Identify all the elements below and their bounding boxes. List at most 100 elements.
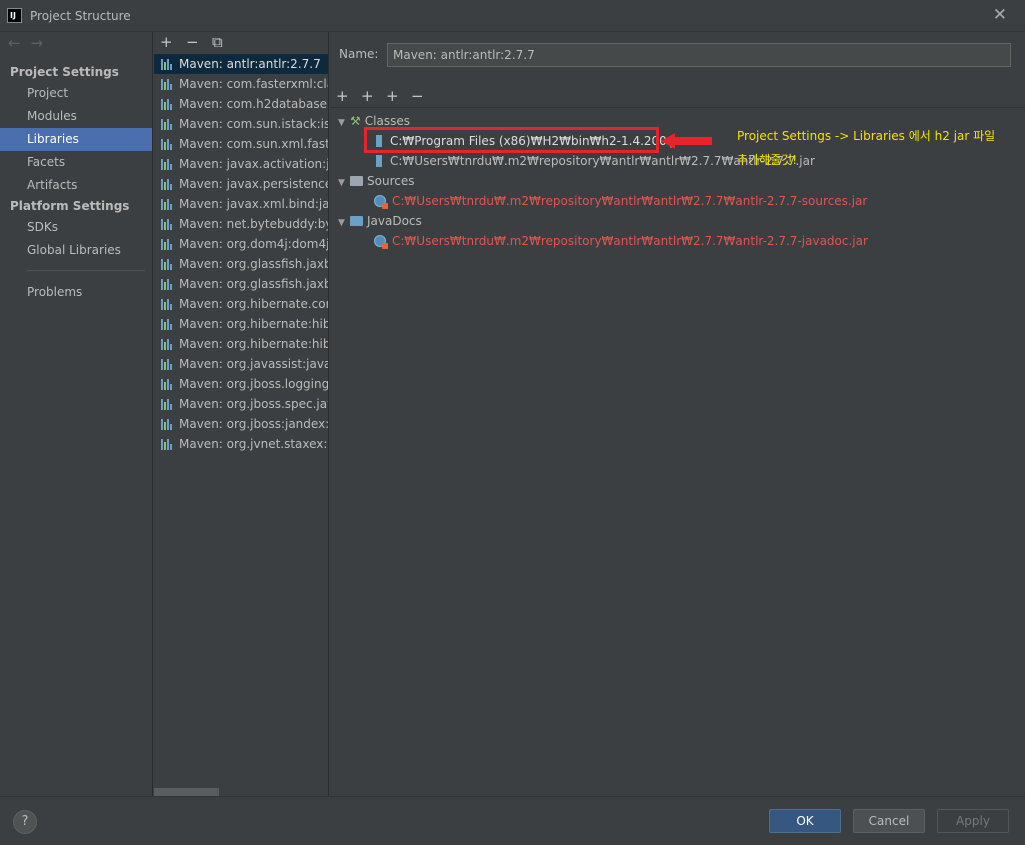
jar-icon <box>376 155 382 167</box>
intellij-app-icon: IJ <box>7 8 22 23</box>
add-library-icon[interactable]: + <box>160 33 186 51</box>
add-special-root-icon[interactable]: + <box>361 87 386 105</box>
nav-item-project[interactable]: Project <box>0 82 152 105</box>
apply-button[interactable]: Apply <box>937 809 1009 833</box>
highlight-box <box>364 127 659 153</box>
missing-root-icon <box>374 195 388 209</box>
library-item[interactable]: Maven: antlr:antlr:2.7.7 <box>154 54 328 74</box>
maven-library-icon <box>161 159 173 170</box>
nav-divider <box>27 270 145 271</box>
maven-library-icon <box>161 79 173 90</box>
library-item-label: Maven: org.hibernate.common:hibernate-co… <box>179 297 328 311</box>
library-item[interactable]: Maven: org.jboss:jandex:2.1.3 <box>154 414 328 434</box>
cancel-button[interactable]: Cancel <box>853 809 925 833</box>
classes-icon: ⚒ <box>350 114 361 128</box>
forward-arrow-icon[interactable]: → <box>31 34 54 52</box>
maven-library-icon <box>161 59 173 70</box>
library-item[interactable]: Maven: javax.persistence:javax.persisten… <box>154 174 329 194</box>
title-bar: IJ Project Structure ✕ <box>0 0 1025 32</box>
library-item[interactable]: Maven: com.sun.xml.fastinfoset:FastInfos… <box>154 134 329 154</box>
maven-library-icon <box>161 319 173 330</box>
javadocs-label: JavaDocs <box>367 214 422 228</box>
close-icon[interactable]: ✕ <box>993 5 1007 25</box>
javadocs-path-text: C:₩Users₩tnrdu₩.m2₩repository₩antlr₩antl… <box>392 234 868 248</box>
library-item[interactable]: Maven: org.javassist:javassist <box>154 354 328 374</box>
library-item[interactable]: Maven: javax.xml.bind:jaxb-api <box>154 194 329 214</box>
remove-library-icon[interactable]: − <box>186 33 212 51</box>
missing-root-icon <box>374 235 388 249</box>
library-item-label: Maven: javax.activation:javax.activation… <box>179 157 329 171</box>
library-item[interactable]: Maven: org.hibernate:hibernate-entityman… <box>154 334 329 354</box>
help-icon[interactable]: ? <box>13 810 37 834</box>
library-item-label: Maven: javax.xml.bind:jaxb-api <box>179 197 329 211</box>
library-item-label: Maven: org.dom4j:dom4j:2.1.3 <box>179 237 329 251</box>
library-item[interactable]: Maven: org.hibernate.common:hibernate-co… <box>154 294 328 314</box>
maven-library-icon <box>161 339 173 350</box>
library-item[interactable]: Maven: org.glassfish.jaxb:txw2 <box>154 274 328 294</box>
library-item[interactable]: Maven: com.sun.istack:istack-commons-run… <box>154 114 328 134</box>
library-item[interactable]: Maven: javax.activation:javax.activation… <box>154 154 329 174</box>
library-list-panel: + − ⧉ Maven: antlr:antlr:2.7.7 Maven: com.f… <box>154 32 329 796</box>
maven-library-icon <box>161 199 173 210</box>
annotation-line-1: Project Settings -> Libraries 에서 h2 jar … <box>737 129 996 143</box>
project-settings-heading: Project Settings <box>10 65 119 79</box>
chevron-down-icon[interactable]: ▼ <box>338 213 350 233</box>
nav-item-facets[interactable]: Facets <box>0 151 152 174</box>
maven-library-icon <box>161 359 173 370</box>
library-item[interactable]: Maven: com.h2database:h2:1.4.200 <box>154 94 328 114</box>
tree-node-javadocs[interactable]: ▼ JavaDocs <box>338 211 422 231</box>
library-item[interactable]: Maven: org.hibernate:hibernate-core <box>154 314 328 334</box>
chevron-down-icon[interactable]: ▼ <box>338 173 350 193</box>
maven-library-icon <box>161 239 173 250</box>
add-root-icon[interactable]: + <box>336 87 361 105</box>
maven-library-icon <box>161 99 173 110</box>
library-item[interactable]: Maven: org.jvnet.staxex:stax-ex <box>154 434 328 454</box>
sources-path[interactable]: C:₩Users₩tnrdu₩.m2₩repository₩antlr₩antl… <box>374 191 867 211</box>
library-item-label: Maven: com.sun.xml.fastinfoset:FastInfos… <box>179 137 329 151</box>
back-arrow-icon[interactable]: ← <box>8 34 31 52</box>
nav-item-problems[interactable]: Problems <box>0 281 152 304</box>
maven-library-icon <box>161 219 173 230</box>
nav-item-global-libraries[interactable]: Global Libraries <box>0 239 152 262</box>
library-item-label: Maven: antlr:antlr:2.7.7 <box>179 57 321 71</box>
sources-folder-icon <box>350 176 363 186</box>
library-item-label: Maven: org.hibernate:hibernate-entityman… <box>179 337 329 351</box>
copy-library-icon[interactable]: ⧉ <box>212 33 238 51</box>
library-item-label: Maven: javax.persistence:javax.persisten… <box>179 177 329 191</box>
maven-library-icon <box>161 299 173 310</box>
library-item[interactable]: Maven: org.glassfish.jaxb:jaxb-runtime <box>154 254 328 274</box>
library-item-label: Maven: org.glassfish.jaxb:jaxb-runtime <box>179 257 328 271</box>
library-name-field[interactable]: Maven: antlr:antlr:2.7.7 <box>387 43 1011 67</box>
library-item-label: Maven: org.jboss.logging:jboss-logging <box>179 377 329 391</box>
annotation-arrow-bar <box>672 137 712 145</box>
nav-item-libraries[interactable]: Libraries <box>0 128 152 151</box>
nav-item-modules[interactable]: Modules <box>0 105 152 128</box>
ok-button[interactable]: OK <box>769 809 841 833</box>
library-item-label: Maven: com.fasterxml:classmate:1.5.1 <box>179 77 328 91</box>
chevron-down-icon[interactable]: ▼ <box>338 113 350 133</box>
window-title: Project Structure <box>30 9 131 23</box>
remove-root-icon[interactable]: − <box>411 87 436 105</box>
nav-history: ←→ <box>8 34 53 52</box>
tree-node-sources[interactable]: ▼ Sources <box>338 171 414 191</box>
annotation-text: Project Settings -> Libraries 에서 h2 jar … <box>737 124 1012 172</box>
library-item[interactable]: Maven: org.dom4j:dom4j:2.1.3 <box>154 234 329 254</box>
add-jar-icon[interactable]: + <box>386 87 411 105</box>
settings-nav: ←→ Project Settings Project Modules Libr… <box>0 32 153 796</box>
library-item[interactable]: Maven: org.jboss.spec.javax.transaction <box>154 394 328 414</box>
library-item-label: Maven: net.bytebuddy:byte-buddy <box>179 217 328 231</box>
maven-library-icon <box>161 439 173 450</box>
nav-item-sdks[interactable]: SDKs <box>0 216 152 239</box>
library-item-label: Maven: org.jvnet.staxex:stax-ex <box>179 437 328 451</box>
library-toolbar: + − ⧉ <box>160 33 238 51</box>
horizontal-scrollbar[interactable] <box>154 788 219 796</box>
maven-library-icon <box>161 399 173 410</box>
maven-library-icon <box>161 419 173 430</box>
maven-library-icon <box>161 279 173 290</box>
javadocs-path[interactable]: C:₩Users₩tnrdu₩.m2₩repository₩antlr₩antl… <box>374 231 868 251</box>
library-item[interactable]: Maven: org.jboss.logging:jboss-logging <box>154 374 329 394</box>
nav-item-artifacts[interactable]: Artifacts <box>0 174 152 197</box>
library-item[interactable]: Maven: net.bytebuddy:byte-buddy <box>154 214 328 234</box>
maven-library-icon <box>161 179 173 190</box>
library-item[interactable]: Maven: com.fasterxml:classmate:1.5.1 <box>154 74 328 94</box>
